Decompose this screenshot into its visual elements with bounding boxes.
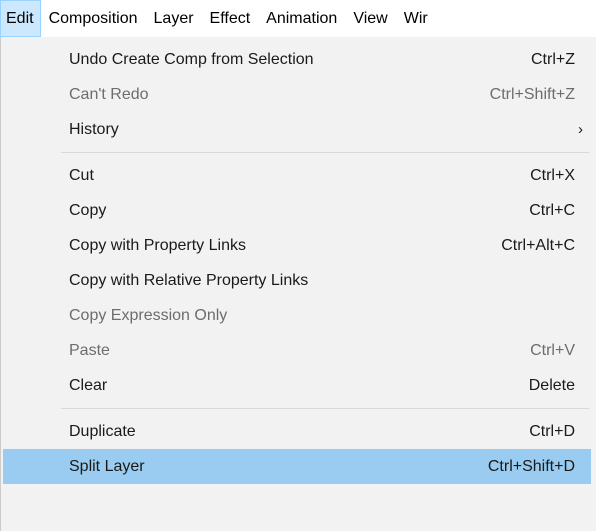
- menu-item-paste: Paste Ctrl+V: [1, 333, 596, 368]
- menu-item-clear[interactable]: Clear Delete: [1, 368, 596, 403]
- menu-item-copy-with-relative-property-links[interactable]: Copy with Relative Property Links: [1, 263, 596, 298]
- menu-item-label: Undo Create Comp from Selection: [69, 51, 314, 68]
- menu-layer[interactable]: Layer: [146, 0, 202, 37]
- menu-item-list: Undo Create Comp from Selection Ctrl+Z Can…: [1, 42, 596, 484]
- menu-item-label: Duplicate: [69, 423, 136, 440]
- menu-item-shortcut: Ctrl+Shift+Z: [489, 86, 575, 103]
- menu-item-shortcut: Ctrl+Shift+D: [487, 458, 575, 475]
- menu-item-shortcut: Ctrl+D: [529, 423, 575, 440]
- menu-item-copy[interactable]: Copy Ctrl+C: [1, 193, 596, 228]
- menu-separator: [1, 403, 596, 414]
- menu-item-label: Copy with Property Links: [69, 237, 246, 254]
- menu-item-label: Clear: [69, 377, 108, 394]
- menu-item-copy-expression-only: Copy Expression Only: [1, 298, 596, 333]
- menu-effect[interactable]: Effect: [202, 0, 259, 37]
- menu-view[interactable]: View: [345, 0, 395, 37]
- chevron-right-icon: ›: [578, 121, 583, 138]
- menu-item-label: History: [69, 121, 119, 138]
- menu-item-can-t-redo: Can't Redo Ctrl+Shift+Z: [1, 77, 596, 112]
- menu-composition[interactable]: Composition: [41, 0, 146, 37]
- menu-item-shortcut: Ctrl+V: [530, 342, 575, 359]
- menu-item-label: Copy with Relative Property Links: [69, 272, 309, 289]
- menu-animation[interactable]: Animation: [258, 0, 345, 37]
- menu-item-split-layer[interactable]: Split Layer Ctrl+Shift+D: [1, 449, 596, 484]
- menu-item-shortcut: Ctrl+X: [530, 167, 575, 184]
- menu-item-label: Can't Redo: [69, 86, 149, 103]
- menu-item-undo-create-comp-from-selection[interactable]: Undo Create Comp from Selection Ctrl+Z: [1, 42, 596, 77]
- menu-item-history[interactable]: History ›: [1, 112, 596, 147]
- menu-item-shortcut: Ctrl+C: [529, 202, 575, 219]
- menu-item-cut[interactable]: Cut Ctrl+X: [1, 158, 596, 193]
- menu-window[interactable]: Wir: [396, 0, 436, 37]
- edit-dropdown-menu: Undo Create Comp from Selection Ctrl+Z Can…: [0, 37, 596, 531]
- menu-item-label: Paste: [69, 342, 110, 359]
- menu-item-copy-with-property-links[interactable]: Copy with Property Links Ctrl+Alt+C: [1, 228, 596, 263]
- menu-item-label: Copy Expression Only: [69, 307, 228, 324]
- menu-item-duplicate[interactable]: Duplicate Ctrl+D: [1, 414, 596, 449]
- menu-item-shortcut: Delete: [528, 377, 575, 394]
- menu-separator: [1, 147, 596, 158]
- menu-item-label: Copy: [69, 202, 107, 219]
- menu-item-label: Split Layer: [69, 458, 145, 475]
- menu-item-label: Cut: [69, 167, 94, 184]
- menu-edit[interactable]: Edit: [0, 0, 41, 37]
- menu-bar: Edit Composition Layer Effect Animation …: [0, 0, 596, 37]
- menu-item-shortcut: Ctrl+Alt+C: [501, 237, 575, 254]
- menu-item-shortcut: Ctrl+Z: [531, 51, 575, 68]
